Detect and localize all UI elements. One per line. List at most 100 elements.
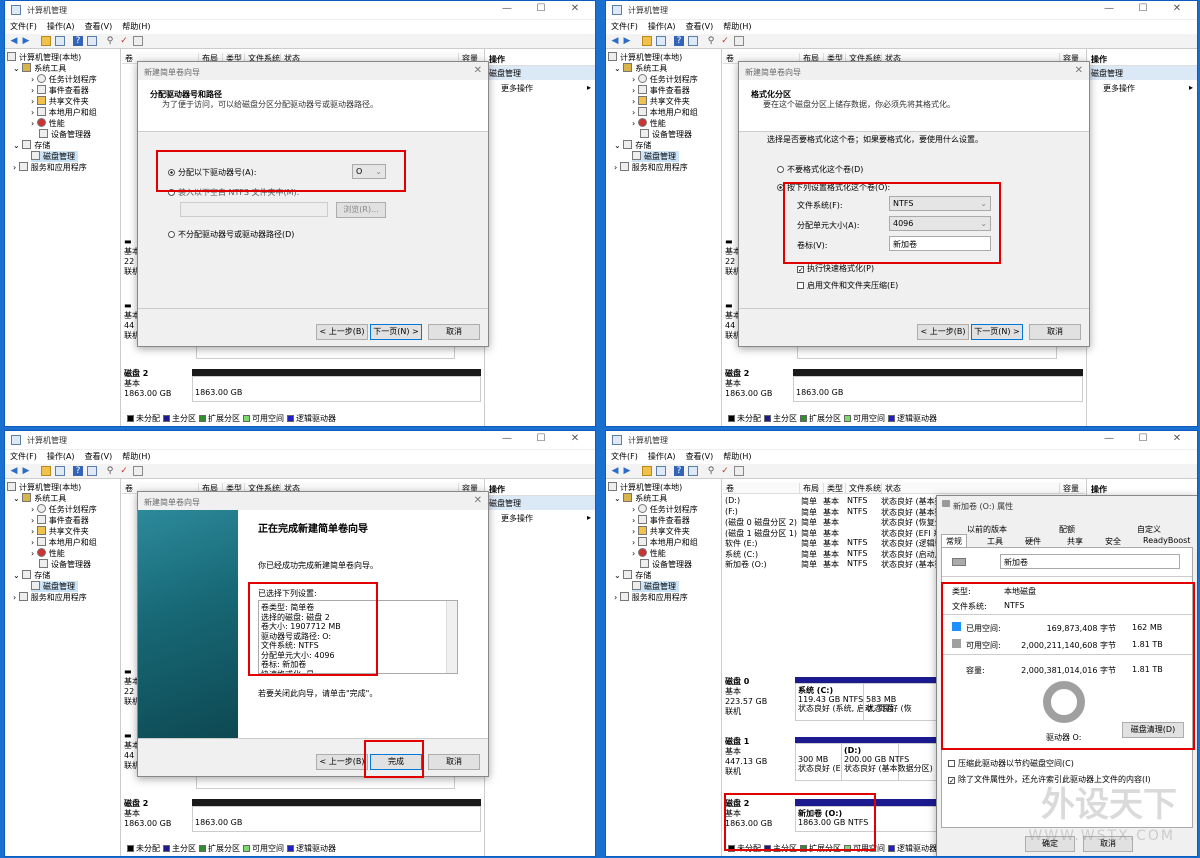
tree-device-manager[interactable]: 设备管理器 bbox=[640, 129, 692, 140]
tree-device-manager[interactable]: 设备管理器 bbox=[39, 129, 91, 140]
close-button[interactable]: ✕ bbox=[563, 3, 587, 17]
tree-event-viewer[interactable]: › 事件查看器 bbox=[31, 515, 89, 526]
menu-help[interactable]: 帮助(H) bbox=[718, 20, 756, 33]
close-button[interactable]: ✕ bbox=[1165, 3, 1189, 17]
menu-view[interactable]: 查看(V) bbox=[681, 450, 719, 463]
folder-up-icon[interactable] bbox=[41, 466, 51, 476]
tree-services-apps[interactable]: › 服务和应用程序 bbox=[614, 592, 688, 603]
col-volume[interactable]: 卷 bbox=[723, 53, 734, 64]
tree-local-users[interactable]: › 本地用户和组 bbox=[31, 107, 97, 118]
menu-help[interactable]: 帮助(H) bbox=[117, 20, 155, 33]
tree-device-manager[interactable]: 设备管理器 bbox=[640, 559, 692, 570]
menu-view[interactable]: 查看(V) bbox=[80, 450, 118, 463]
tree-local-users[interactable]: › 本地用户和组 bbox=[632, 107, 698, 118]
cancel-button[interactable]: 取消 bbox=[1029, 324, 1081, 340]
tree-task-scheduler[interactable]: › 任务计划程序 bbox=[31, 504, 97, 515]
menu-view[interactable]: 查看(V) bbox=[80, 20, 118, 33]
tree-task-scheduler[interactable]: › 任务计划程序 bbox=[31, 74, 97, 85]
maximize-button[interactable]: ☐ bbox=[1131, 3, 1155, 17]
actions-disk-management[interactable]: 磁盘管理 bbox=[485, 496, 595, 510]
cancel-button[interactable]: 取消 bbox=[428, 324, 480, 340]
col-volume[interactable]: 卷 bbox=[122, 483, 133, 494]
menu-action[interactable]: 操作(A) bbox=[643, 20, 681, 33]
tree-root[interactable]: 计算机管理(本地) bbox=[7, 482, 81, 493]
tree-storage[interactable]: ⌄ 存储 bbox=[614, 140, 651, 151]
close-button[interactable]: ✕ bbox=[1165, 433, 1189, 447]
back-icon[interactable]: ◀ bbox=[610, 36, 620, 46]
tree-event-viewer[interactable]: › 事件查看器 bbox=[31, 85, 89, 96]
tree-shared-folders[interactable]: › 共享文件夹 bbox=[31, 96, 89, 107]
tree-performance[interactable]: › 性能 bbox=[31, 118, 65, 129]
tree-shared-folders[interactable]: › 共享文件夹 bbox=[632, 526, 690, 537]
tree-performance[interactable]: › 性能 bbox=[31, 548, 65, 559]
tree-disk-management[interactable]: 磁盘管理 bbox=[31, 151, 78, 162]
tree-shared-folders[interactable]: › 共享文件夹 bbox=[632, 96, 690, 107]
properties-icon[interactable] bbox=[87, 36, 97, 46]
col-volume[interactable]: 卷 bbox=[723, 483, 734, 494]
back-icon[interactable]: ◀ bbox=[610, 466, 620, 476]
menu-file[interactable]: 文件(F) bbox=[606, 20, 643, 33]
col-fs[interactable]: 文件系统 bbox=[845, 483, 881, 494]
connect-icon[interactable]: ⚲ bbox=[706, 36, 716, 46]
tree-shared-folders[interactable]: › 共享文件夹 bbox=[31, 526, 89, 537]
list-icon[interactable] bbox=[734, 36, 744, 46]
radio-no-format[interactable]: 不要格式化这个卷(D) bbox=[777, 164, 863, 175]
disk2-unallocated[interactable]: 1863.00 GB bbox=[192, 806, 481, 832]
volume-name-input[interactable]: 新加卷 bbox=[1000, 554, 1180, 569]
col-status[interactable]: 状态 bbox=[881, 483, 901, 494]
menu-file[interactable]: 文件(F) bbox=[5, 20, 42, 33]
tab-tools[interactable]: 工具 bbox=[987, 536, 1003, 547]
tree-storage[interactable]: ⌄ 存储 bbox=[13, 140, 50, 151]
col-type[interactable]: 类型 bbox=[823, 483, 843, 494]
tree-event-viewer[interactable]: › 事件查看器 bbox=[632, 85, 690, 96]
menu-action[interactable]: 操作(A) bbox=[42, 450, 80, 463]
tab-previous-versions[interactable]: 以前的版本 bbox=[967, 524, 1007, 535]
actions-more[interactable]: 更多操作▸ bbox=[485, 81, 595, 95]
folder-up-icon[interactable] bbox=[642, 36, 652, 46]
properties-icon[interactable] bbox=[87, 466, 97, 476]
tab-general[interactable]: 常规 bbox=[941, 534, 967, 548]
tab-readyboost[interactable]: ReadyBoost bbox=[1143, 536, 1190, 545]
tree-disk-management[interactable]: 磁盘管理 bbox=[632, 151, 679, 162]
compress-checkbox[interactable]: 启用文件和文件夹压缩(E) bbox=[797, 280, 898, 291]
wizard-close-button[interactable]: ✕ bbox=[1075, 65, 1083, 76]
tree-performance[interactable]: › 性能 bbox=[632, 118, 666, 129]
next-button[interactable]: 下一页(N) > bbox=[370, 324, 422, 340]
tree-task-scheduler[interactable]: › 任务计划程序 bbox=[632, 74, 698, 85]
menu-file[interactable]: 文件(F) bbox=[5, 450, 42, 463]
check-icon[interactable]: ✓ bbox=[720, 466, 730, 476]
back-button[interactable]: < 上一步(B) bbox=[917, 324, 969, 340]
summary-scrollbar[interactable] bbox=[446, 601, 457, 673]
actions-disk-management[interactable]: 磁盘管理 bbox=[1087, 66, 1197, 80]
maximize-button[interactable]: ☐ bbox=[529, 3, 553, 17]
help-icon[interactable]: ? bbox=[73, 466, 83, 476]
tree-event-viewer[interactable]: › 事件查看器 bbox=[632, 515, 690, 526]
tab-quota[interactable]: 配额 bbox=[1059, 524, 1075, 535]
minimize-button[interactable]: — bbox=[495, 3, 519, 17]
minimize-button[interactable]: — bbox=[495, 433, 519, 447]
partition-box[interactable] bbox=[797, 345, 1057, 359]
col-layout[interactable]: 布局 bbox=[799, 483, 819, 494]
tab-customize[interactable]: 自定义 bbox=[1137, 524, 1161, 535]
forward-icon[interactable]: ▶ bbox=[21, 36, 31, 46]
tree-root[interactable]: 计算机管理(本地) bbox=[608, 482, 682, 493]
tree-system-tools[interactable]: ⌄ 系统工具 bbox=[614, 63, 667, 74]
close-button[interactable]: ✕ bbox=[563, 433, 587, 447]
check-icon[interactable]: ✓ bbox=[720, 36, 730, 46]
tree-performance[interactable]: › 性能 bbox=[632, 548, 666, 559]
tree-storage[interactable]: ⌄ 存储 bbox=[614, 570, 651, 581]
tree-services-apps[interactable]: › 服务和应用程序 bbox=[13, 592, 87, 603]
cancel-button[interactable]: 取消 bbox=[428, 754, 480, 770]
tab-hardware[interactable]: 硬件 bbox=[1025, 536, 1041, 547]
browse-button[interactable]: 浏览(R)... bbox=[336, 202, 386, 218]
tree-task-scheduler[interactable]: › 任务计划程序 bbox=[632, 504, 698, 515]
menu-view[interactable]: 查看(V) bbox=[681, 20, 719, 33]
list-icon[interactable] bbox=[133, 36, 143, 46]
wizard-close-button[interactable]: ✕ bbox=[474, 495, 482, 506]
console-tree-icon[interactable] bbox=[656, 36, 666, 46]
menu-action[interactable]: 操作(A) bbox=[42, 20, 80, 33]
properties-icon[interactable] bbox=[688, 36, 698, 46]
help-icon[interactable]: ? bbox=[73, 36, 83, 46]
actions-more[interactable]: 更多操作▸ bbox=[1087, 81, 1197, 95]
forward-icon[interactable]: ▶ bbox=[21, 466, 31, 476]
